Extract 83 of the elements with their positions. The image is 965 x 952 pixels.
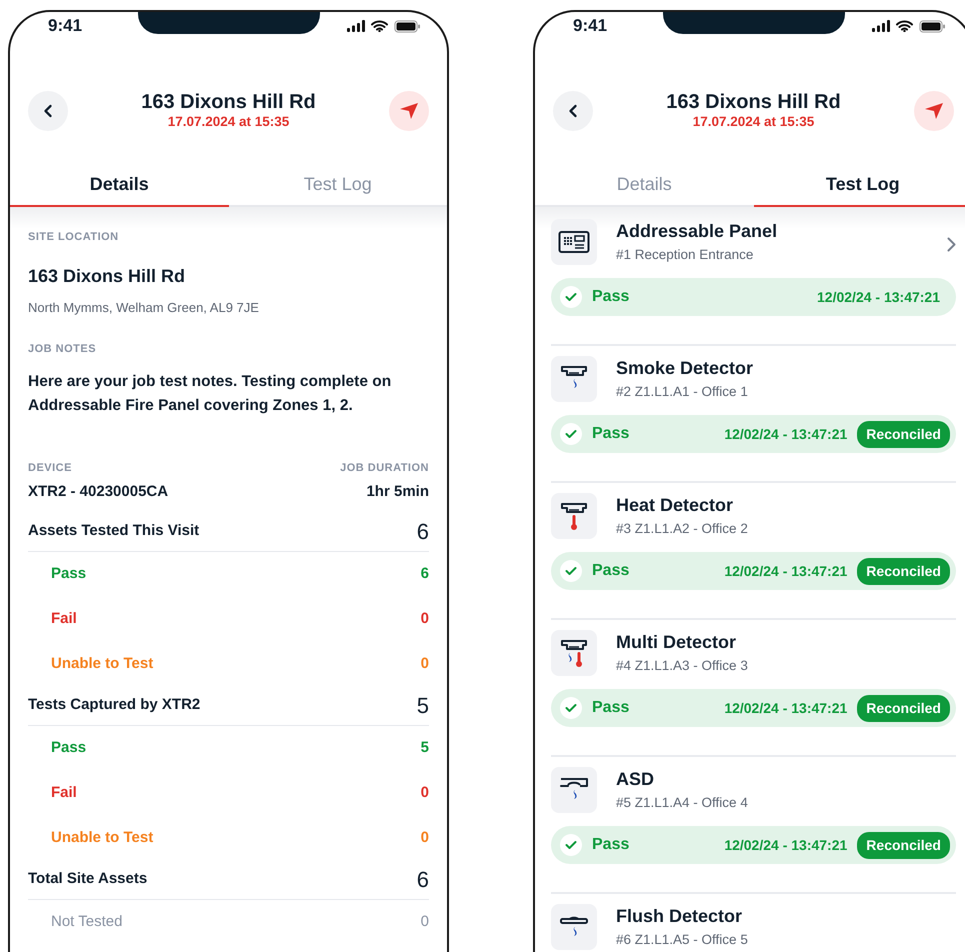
- result-count: 0: [420, 654, 429, 674]
- section-label: SITE LOCATION: [28, 230, 120, 245]
- device-value: XTR2 - 40230005CA: [28, 482, 168, 502]
- send-button[interactable]: [914, 90, 954, 130]
- result-time: 12/02/24 - 13:47:21: [724, 562, 848, 581]
- device-label: DEVICE: [28, 460, 73, 476]
- status-time: 9:41: [573, 15, 608, 38]
- result-label: Fail: [51, 782, 77, 803]
- signal-icon: [872, 20, 890, 32]
- result-time: 12/02/24 - 13:47:21: [724, 698, 848, 718]
- group-count: 5: [416, 692, 429, 720]
- result-count: 6: [420, 564, 429, 584]
- device-location: #1 Reception Entrance: [616, 246, 754, 264]
- reconciled-badge: Reconciled: [857, 420, 950, 448]
- page-title: 163 Dixons Hill Rd: [141, 91, 316, 114]
- check-icon: [565, 840, 577, 850]
- site-address: North Mymms, Welham Green, AL9 7JE: [28, 298, 260, 317]
- check-icon: [565, 703, 577, 714]
- result-status: Pass: [592, 835, 630, 856]
- result-time: 12/02/24 - 13:47:21: [724, 424, 848, 444]
- check-icon: [565, 292, 577, 302]
- result-count: 0: [420, 608, 429, 629]
- section-label: JOB NOTES: [28, 342, 98, 357]
- back-button[interactable]: [28, 90, 68, 130]
- group-label: Total Site Assets: [28, 869, 148, 890]
- page-title: 163 Dixons Hill Rd: [666, 91, 841, 114]
- device-name: Addressable Panel: [616, 220, 778, 242]
- wifi-icon: [896, 20, 913, 32]
- device-location: #2 Z1.L1.A1 - Office 1: [616, 383, 749, 401]
- device-name: Multi Detector: [616, 631, 738, 653]
- date-subtitle: 17.07.2024 at 15:35: [692, 114, 816, 130]
- wifi-icon: [371, 20, 388, 32]
- device-name: Smoke Detector: [616, 357, 754, 379]
- group-count: 6: [416, 866, 429, 894]
- group-label: Tests Captured by XTR2: [28, 695, 200, 716]
- multi-detector-icon: [558, 638, 590, 668]
- device-location: #6 Z1.L1.A5 - Office 5: [616, 931, 748, 949]
- result-time: 12/02/24 - 13:47:21: [817, 288, 940, 307]
- result-count: 5: [420, 738, 429, 758]
- result-count: 0: [420, 782, 429, 803]
- result-count: 0: [420, 912, 429, 932]
- result-status: Pass: [592, 287, 630, 308]
- site-name: 163 Dixons Hill Rd: [28, 264, 186, 288]
- device-name: ASD: [616, 768, 656, 790]
- reconciled-badge: Reconciled: [857, 558, 950, 585]
- heat-detector-icon: [558, 501, 590, 531]
- result-status: Pass: [592, 424, 630, 444]
- send-icon: [399, 102, 419, 120]
- status-time: 9:41: [48, 15, 82, 38]
- device-location: #4 Z1.L1.A3 - Office 3: [616, 657, 748, 675]
- battery-icon: [919, 20, 946, 32]
- device-location: #3 Z1.L1.A2 - Office 2: [616, 520, 748, 538]
- result-label: Pass: [51, 738, 86, 758]
- signal-icon: [347, 20, 365, 32]
- group-count: 6: [416, 518, 429, 546]
- result-count: 0: [420, 828, 429, 848]
- back-button[interactable]: [553, 90, 593, 130]
- reconciled-badge: Reconciled: [857, 694, 950, 722]
- send-icon: [924, 102, 944, 120]
- device-name: Heat Detector: [616, 494, 734, 516]
- back-icon: [568, 104, 578, 118]
- device-location: #5 Z1.L1.A4 - Office 4: [616, 794, 748, 812]
- result-label: Unable to Test: [51, 654, 154, 674]
- result-time: 12/02/24 - 13:47:21: [724, 836, 848, 855]
- result-label: Fail: [51, 608, 77, 629]
- result-label: Not Tested: [51, 912, 122, 932]
- duration-value: 1hr 5min: [365, 482, 429, 502]
- date-subtitle: 17.07.2024 at 15:35: [166, 114, 290, 130]
- reconciled-badge: Reconciled: [857, 832, 950, 859]
- back-icon: [43, 104, 53, 118]
- send-button[interactable]: [389, 90, 429, 130]
- result-label: Pass: [51, 564, 86, 584]
- check-icon: [565, 566, 577, 576]
- result-status: Pass: [592, 561, 630, 582]
- result-label: Unable to Test: [51, 828, 154, 848]
- battery-icon: [394, 20, 421, 32]
- group-label: Assets Tested This Visit: [28, 521, 200, 542]
- result-status: Pass: [592, 698, 630, 718]
- device-name: Flush Detector: [616, 905, 744, 927]
- job-notes-text: Here are your job test notes. Testing complete on Addressable Fire Panel covering Zones 1, 2.: [28, 372, 392, 416]
- duration-label: JOB DURATION: [340, 460, 429, 476]
- check-icon: [565, 429, 577, 440]
- control-panel-icon: [558, 230, 590, 254]
